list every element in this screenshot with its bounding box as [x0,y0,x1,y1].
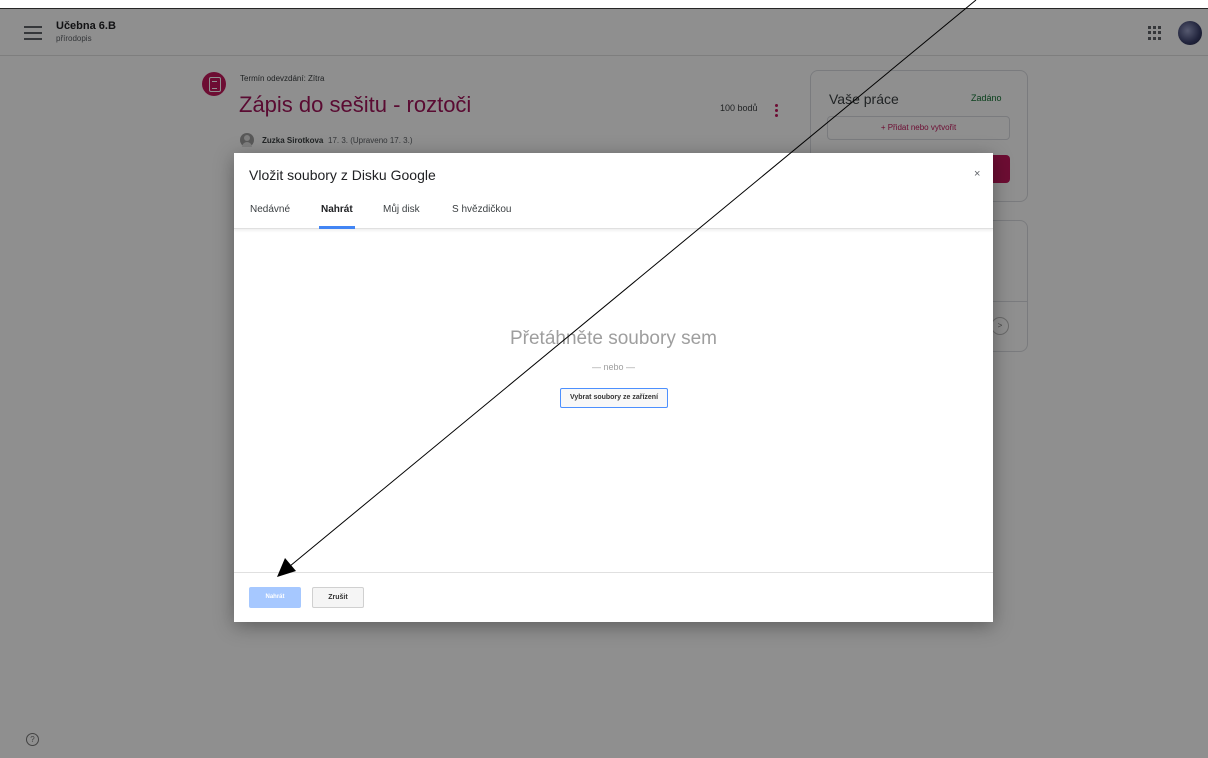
dialog-footer: Nahrát Zrušit [234,572,993,622]
tab-starred[interactable]: S hvězdičkou [452,204,511,215]
tab-recent[interactable]: Nedávné [250,204,290,215]
tab-upload[interactable]: Nahrát [321,204,353,215]
drop-zone-text: Přetáhněte soubory sem [509,328,717,349]
picker-tabs: Nedávné Nahrát Můj disk S hvězdičkou [234,195,993,229]
upload-button[interactable]: Nahrát [249,587,301,608]
drive-picker-dialog: Vložit soubory z Disku Google × Nedávné … [234,153,993,622]
or-separator: — nebo — [591,362,636,372]
tab-my-drive[interactable]: Můj disk [383,204,420,215]
dialog-title: Vložit soubory z Disku Google [249,167,436,183]
cancel-button[interactable]: Zrušit [312,587,364,608]
active-tab-indicator [319,226,355,229]
close-icon[interactable]: × [974,168,980,180]
choose-files-button[interactable]: Vybrat soubory ze zařízení [560,388,668,408]
